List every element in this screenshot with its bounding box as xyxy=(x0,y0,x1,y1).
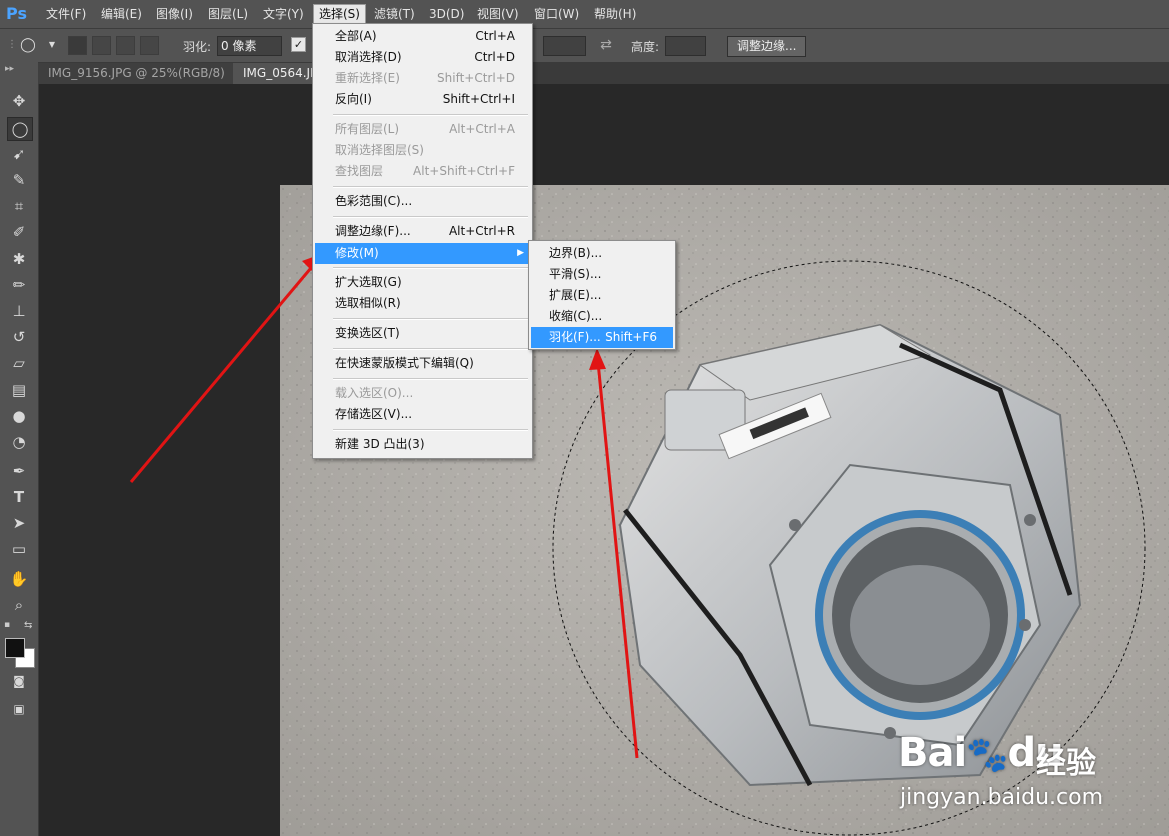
path-select-icon[interactable]: ➤ xyxy=(7,512,31,534)
default-colors-icon[interactable]: ▪ xyxy=(4,620,10,630)
menu-help[interactable]: 帮助(H) xyxy=(589,5,641,23)
paw-icon: 🐾 xyxy=(966,735,1008,775)
menu-3d[interactable]: 3D(D) xyxy=(424,5,469,23)
anti-alias-checkbox[interactable]: ✓ xyxy=(291,37,306,52)
zoom-icon[interactable]: ⌕ xyxy=(7,594,31,616)
menu-separator xyxy=(333,318,528,320)
ellipse-preset-icon[interactable]: ◯ xyxy=(20,37,36,53)
menu-item-find-layers: 查找图层 Alt+Shift+Ctrl+F xyxy=(335,164,515,178)
menu-separator xyxy=(333,267,528,269)
submenu-item-border[interactable]: 边界(B)... xyxy=(531,243,673,264)
healing-brush-icon[interactable]: ✱ xyxy=(7,248,31,270)
menu-item-all[interactable]: 全部(A) Ctrl+A xyxy=(315,26,530,47)
menu-separator xyxy=(333,114,528,116)
brush-icon[interactable]: ✏ xyxy=(7,274,31,296)
submenu-item-smooth[interactable]: 平滑(S)... xyxy=(531,264,673,285)
submenu-item-expand[interactable]: 扩展(E)... xyxy=(531,285,673,306)
history-brush-icon[interactable]: ↺ xyxy=(7,326,31,348)
move-tool-icon[interactable]: ✥ xyxy=(7,90,31,112)
swap-colors-icon[interactable]: ⇆ xyxy=(24,620,32,631)
screen-mode-icon[interactable]: ▣ xyxy=(7,698,31,720)
menu-item-refine-edge[interactable]: 调整边缘(F)... Alt+Ctrl+R xyxy=(315,221,530,242)
menu-file[interactable]: 文件(F) xyxy=(41,5,91,23)
photoshop-logo: Ps xyxy=(6,4,27,23)
options-bar: ⋮ ◯ ▼ 羽化: 0 像素 ✓ ⇄ 高度: 调整边缘... xyxy=(0,29,1169,63)
tab-img-9156[interactable]: IMG_9156.JPG @ 25%(RGB/8)× xyxy=(38,63,254,84)
quick-select-icon[interactable]: ✎ xyxy=(7,169,31,191)
submenu-item-contract[interactable]: 收缩(C)... xyxy=(531,306,673,327)
watermark-url: jingyan.baidu.com xyxy=(900,785,1104,810)
menu-edit[interactable]: 编辑(E) xyxy=(96,5,147,23)
menu-item-grow[interactable]: 扩大选取(G) xyxy=(315,272,530,293)
grip-icon: ⋮ xyxy=(7,39,17,50)
select-menu-dropdown: 全部(A) Ctrl+A 取消选择(D) Ctrl+D 重新选择(E) Shift+C… xyxy=(312,23,533,459)
feather-label: 羽化: xyxy=(183,40,212,54)
shape-icon[interactable]: ▭ xyxy=(7,538,31,560)
tab-img-0564[interactable]: IMG_0564.JP xyxy=(233,63,314,84)
dodge-icon[interactable]: ◔ xyxy=(7,431,31,453)
tab-label: IMG_0564.JP xyxy=(243,66,314,80)
add-to-selection-button[interactable] xyxy=(92,36,111,55)
elliptical-marquee-icon[interactable]: ◯ xyxy=(7,117,33,141)
eyedropper-icon[interactable]: ✐ xyxy=(7,221,31,243)
menu-layer[interactable]: 图层(L) xyxy=(203,5,253,23)
menu-window[interactable]: 窗口(W) xyxy=(529,5,584,23)
lasso-icon[interactable]: ➹ xyxy=(7,143,31,165)
modify-submenu: 边界(B)... 平滑(S)... 扩展(E)... 收缩(C)... 羽化(F… xyxy=(528,240,676,350)
foreground-color-swatch[interactable] xyxy=(5,638,25,658)
menu-item-inverse[interactable]: 反向(I) Shift+Ctrl+I xyxy=(315,89,530,110)
feather-input[interactable]: 0 像素 xyxy=(217,36,282,56)
width-input[interactable] xyxy=(543,36,586,56)
menu-item-modify[interactable]: 修改(M) ▶ xyxy=(315,243,530,264)
quick-mask-icon[interactable]: ◙ xyxy=(7,670,31,692)
menu-separator xyxy=(333,216,528,218)
menu-filter[interactable]: 滤镜(T) xyxy=(369,5,420,23)
refine-edge-button[interactable]: 调整边缘... xyxy=(727,36,807,57)
subtract-selection-button[interactable] xyxy=(116,36,135,55)
menu-item-similar[interactable]: 选取相似(R) xyxy=(315,293,530,314)
hand-icon[interactable]: ✋ xyxy=(7,568,31,590)
document-tabs: IMG_9156.JPG @ 25%(RGB/8)× IMG_0564.JP xyxy=(38,62,1169,84)
eraser-icon[interactable]: ▱ xyxy=(7,352,31,374)
type-icon[interactable]: T xyxy=(7,486,31,508)
submenu-item-feather[interactable]: 羽化(F)... Shift+F6 xyxy=(531,327,673,348)
menu-view[interactable]: 视图(V) xyxy=(472,5,524,23)
pen-icon[interactable]: ✒ xyxy=(7,460,31,482)
menu-separator xyxy=(333,429,528,431)
menu-separator xyxy=(333,186,528,188)
crop-icon[interactable]: ⌗ xyxy=(7,195,31,217)
tab-label: IMG_9156.JPG @ 25%(RGB/8) xyxy=(48,66,225,80)
menu-item-reselect: 重新选择(E) Shift+Ctrl+D xyxy=(335,71,515,85)
menu-image[interactable]: 图像(I) xyxy=(151,5,198,23)
intersect-selection-button[interactable] xyxy=(140,36,159,55)
watermark-product: 经验 xyxy=(1036,746,1096,781)
height-input[interactable] xyxy=(665,36,706,56)
menu-item-load-selection: 载入选区(O)... xyxy=(335,386,414,400)
height-label: 高度: xyxy=(631,40,660,54)
menu-item-all-layers: 所有图层(L) Alt+Ctrl+A xyxy=(335,122,515,136)
menu-separator xyxy=(333,348,528,350)
blur-icon[interactable]: ● xyxy=(7,405,31,427)
submenu-arrow-icon: ▶ xyxy=(517,248,524,258)
menu-item-save-selection[interactable]: 存储选区(V)... xyxy=(315,404,530,425)
clone-stamp-icon[interactable]: ⊥ xyxy=(7,300,31,322)
collapse-icon[interactable]: ▸▸ xyxy=(5,64,14,74)
menu-item-color-range[interactable]: 色彩范围(C)... xyxy=(315,191,530,212)
menu-bar: Ps 文件(F) 编辑(E) 图像(I) 图层(L) 文字(Y) 选择(S) 滤… xyxy=(0,0,1169,29)
menu-item-deselect-layers: 取消选择图层(S) xyxy=(335,143,424,157)
tools-panel: ▸▸ ✥ ◯ ➹ ✎ ⌗ ✐ ✱ ✏ ⊥ ↺ ▱ ▤ ● ◔ ✒ T ➤ ▭ ✋… xyxy=(0,62,39,836)
menu-item-deselect[interactable]: 取消选择(D) Ctrl+D xyxy=(315,47,530,68)
menu-separator xyxy=(333,378,528,380)
menu-item-transform-selection[interactable]: 变换选区(T) xyxy=(315,323,530,344)
gradient-icon[interactable]: ▤ xyxy=(7,379,31,401)
menu-item-new-3d-extrusion[interactable]: 新建 3D 凸出(3) xyxy=(315,434,530,455)
menu-type[interactable]: 文字(Y) xyxy=(258,5,309,23)
menu-item-quick-mask[interactable]: 在快速蒙版模式下编辑(Q) xyxy=(315,353,530,374)
menu-select[interactable]: 选择(S) xyxy=(313,4,366,24)
new-selection-button[interactable] xyxy=(68,36,87,55)
swap-icon[interactable]: ⇄ xyxy=(598,37,614,53)
chevron-down-icon[interactable]: ▼ xyxy=(44,37,60,53)
